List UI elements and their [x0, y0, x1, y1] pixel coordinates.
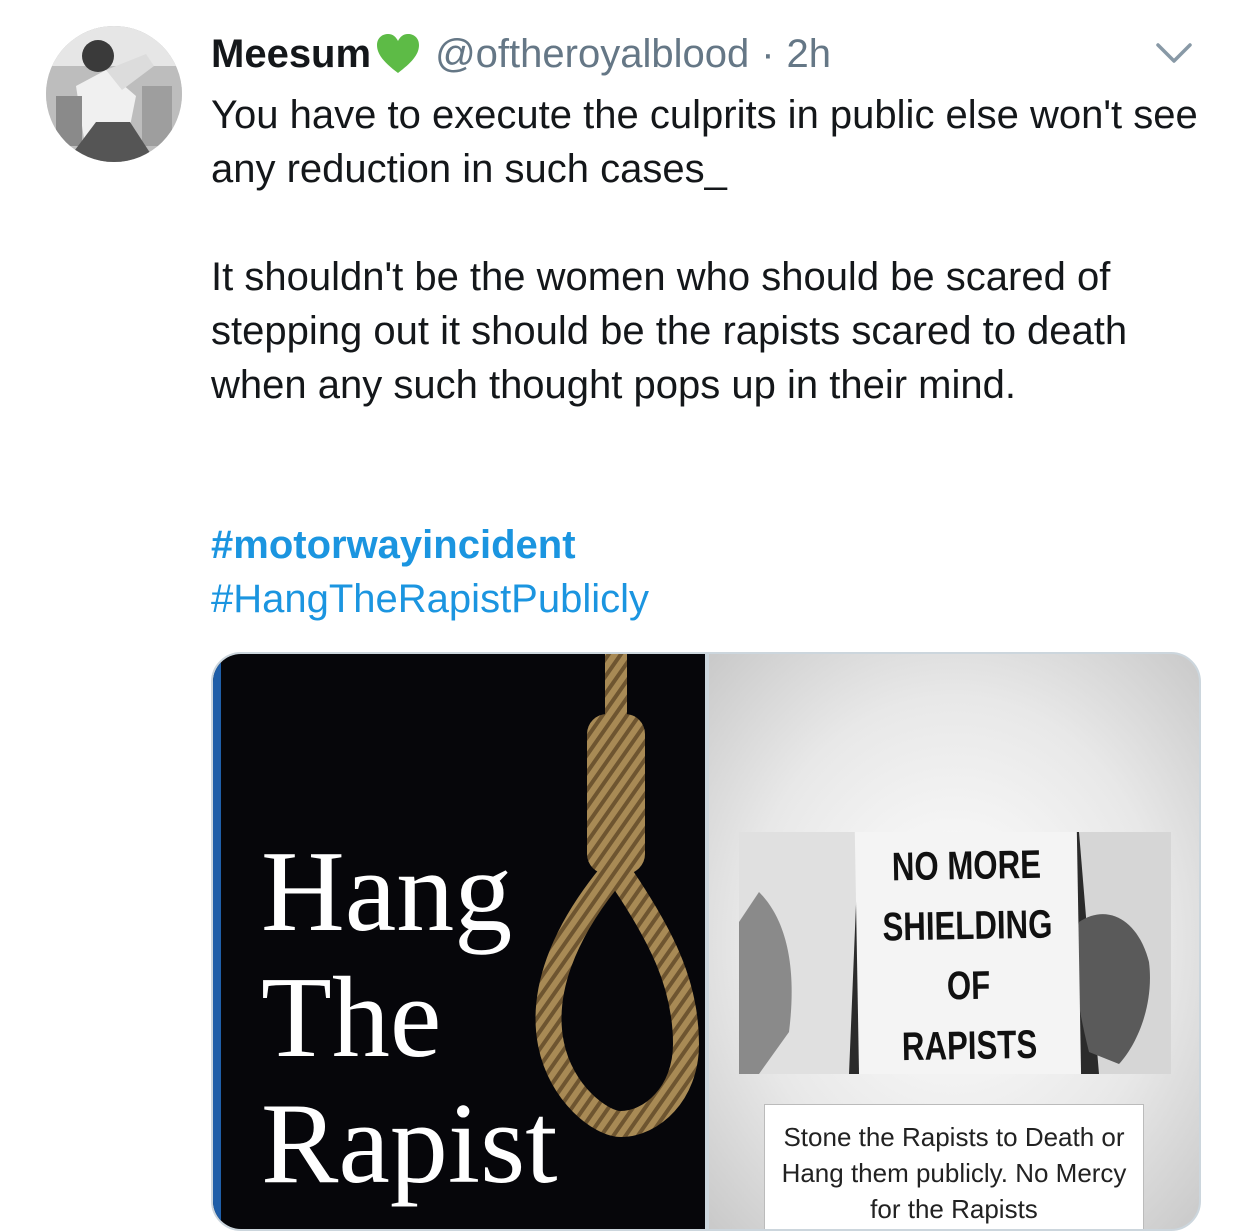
- poster-word: The: [261, 954, 442, 1082]
- avatar[interactable]: [46, 26, 182, 162]
- media-grid: Hang The Rapist NO MORE SHIELDING OF RAP…: [211, 652, 1201, 1231]
- sign-line: RAPISTS: [901, 1022, 1038, 1070]
- chevron-down-icon[interactable]: [1154, 38, 1194, 68]
- sign-line: SHIELDING: [882, 902, 1053, 950]
- green-heart-icon: [375, 33, 421, 75]
- protest-sign: NO MORE SHIELDING OF RAPISTS: [854, 832, 1082, 1074]
- poster-word: Rapist: [261, 1080, 558, 1208]
- poster-word: Hang: [261, 828, 513, 956]
- tweet-header: Meesum @oftheroyalblood · 2h: [211, 26, 831, 82]
- sign-line: NO MORE: [891, 842, 1042, 890]
- display-name[interactable]: Meesum: [211, 32, 371, 77]
- media-image-protest-sign[interactable]: NO MORE SHIELDING OF RAPISTS Stone the R…: [709, 654, 1199, 1229]
- media-image-hang-poster[interactable]: Hang The Rapist: [213, 654, 705, 1229]
- separator-dot: ·: [761, 31, 775, 76]
- sign-line: OF: [946, 963, 991, 1009]
- tweet-text: You have to execute the culprits in publ…: [211, 88, 1201, 412]
- image-caption: Stone the Rapists to Death or Hang them …: [764, 1104, 1144, 1229]
- timestamp[interactable]: 2h: [787, 32, 832, 77]
- tweet-paragraph-2: It shouldn't be the women who should be …: [211, 255, 1128, 407]
- hashtag-link[interactable]: #HangTheRapistPublicly: [211, 572, 649, 626]
- tweet-paragraph-1: You have to execute the culprits in publ…: [211, 93, 1198, 191]
- hashtag-link[interactable]: #motorwayincident: [211, 518, 576, 572]
- user-handle[interactable]: @oftheroyalblood: [435, 32, 749, 77]
- protest-photo: NO MORE SHIELDING OF RAPISTS: [739, 832, 1171, 1074]
